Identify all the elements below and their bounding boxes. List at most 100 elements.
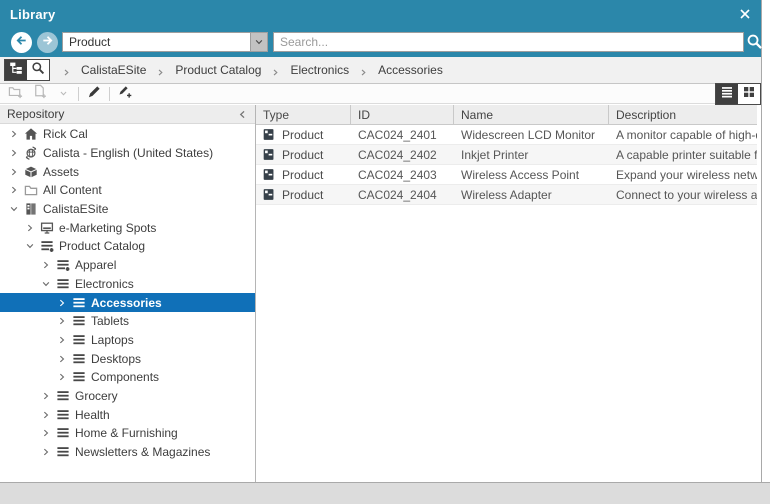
product-icon xyxy=(263,128,276,142)
cell-type: Product xyxy=(256,128,351,142)
tree-item-accessories[interactable]: Accessories xyxy=(0,293,255,312)
list-view-button[interactable] xyxy=(716,84,738,104)
search-view-toggle[interactable] xyxy=(27,60,49,80)
tree-item-assets[interactable]: Assets xyxy=(0,162,255,181)
footer-strip xyxy=(0,482,770,504)
results-panel: Type ID Name Description ProductCAC024_2… xyxy=(256,105,761,482)
search-icon[interactable] xyxy=(746,33,763,50)
list-view-icon xyxy=(720,85,734,104)
chevron-right-icon[interactable] xyxy=(40,409,52,421)
chevron-right-icon[interactable] xyxy=(24,222,36,234)
category-icon xyxy=(71,370,86,385)
tree-item-components[interactable]: Components xyxy=(0,368,255,387)
cell-description: Expand your wireless network ... xyxy=(609,168,757,182)
tree-item-grocery[interactable]: Grocery xyxy=(0,387,255,406)
chevron-right-icon[interactable] xyxy=(8,184,20,196)
category-icon xyxy=(71,295,86,310)
new-folder-button[interactable] xyxy=(6,85,24,103)
chevron-right-icon[interactable] xyxy=(8,166,20,178)
chevron-right-icon[interactable] xyxy=(8,128,20,140)
category-icon xyxy=(71,314,86,329)
column-header-id[interactable]: ID xyxy=(351,105,454,124)
forward-button[interactable] xyxy=(37,32,58,53)
tree-item-electronics[interactable]: Electronics xyxy=(0,275,255,294)
category-icon xyxy=(71,351,86,366)
breadcrumb-item[interactable]: Accessories xyxy=(378,63,443,77)
chevron-right-icon[interactable] xyxy=(56,297,68,309)
tree-item-laptops[interactable]: Laptops xyxy=(0,331,255,350)
collapse-panel-icon[interactable] xyxy=(237,109,248,120)
tree-item-newsletters-magazines[interactable]: Newsletters & Magazines xyxy=(0,443,255,462)
catalog-icon xyxy=(39,239,54,254)
chevron-right-icon[interactable] xyxy=(56,334,68,346)
chevron-right-icon[interactable] xyxy=(40,427,52,439)
new-content-menu-button[interactable] xyxy=(54,85,72,103)
chevron-right-icon[interactable] xyxy=(40,390,52,402)
chevron-right-icon[interactable] xyxy=(56,371,68,383)
library-dialog: Library Product CalistaESite Product Cat… xyxy=(0,0,762,482)
edit-new-button[interactable] xyxy=(116,85,134,103)
tree-item-label: Apparel xyxy=(75,258,116,272)
search-input[interactable] xyxy=(274,33,743,51)
breadcrumb-item[interactable]: Product Catalog xyxy=(175,63,261,77)
repository-tree: Rick CalCalista - English (United States… xyxy=(0,125,255,482)
tree-item-apparel[interactable]: Apparel xyxy=(0,256,255,275)
tree-item-label: Desktops xyxy=(91,352,141,366)
product-icon xyxy=(263,188,276,202)
chevron-down-icon[interactable] xyxy=(250,32,268,52)
cell-id: CAC024_2401 xyxy=(351,128,454,142)
tree-item-desktops[interactable]: Desktops xyxy=(0,349,255,368)
repository-panel: Repository Rick CalCalista - English (Un… xyxy=(0,105,256,482)
table-row[interactable]: ProductCAC024_2404Wireless AdapterConnec… xyxy=(256,185,757,205)
table-row[interactable]: ProductCAC024_2402Inkjet PrinterA capabl… xyxy=(256,145,757,165)
column-header-type[interactable]: Type xyxy=(256,105,351,124)
chevron-down-icon[interactable] xyxy=(40,278,52,290)
tree-item-e-marketing-spots[interactable]: e-Marketing Spots xyxy=(0,218,255,237)
tree-item-rick-cal[interactable]: Rick Cal xyxy=(0,125,255,144)
breadcrumb-item[interactable]: Electronics xyxy=(290,63,349,77)
action-toolbar xyxy=(0,84,761,104)
cell-id: CAC024_2404 xyxy=(351,188,454,202)
tree-item-calistaesite[interactable]: CalistaESite xyxy=(0,200,255,219)
tree-item-label: Electronics xyxy=(75,277,134,291)
chevron-down-icon[interactable] xyxy=(24,240,36,252)
library-icon xyxy=(23,202,38,217)
new-content-button[interactable] xyxy=(30,85,48,103)
chevron-down-icon[interactable] xyxy=(8,203,20,215)
close-icon[interactable] xyxy=(738,7,752,21)
home-icon xyxy=(23,127,38,142)
back-arrow-icon xyxy=(15,34,28,52)
grid-view-button[interactable] xyxy=(738,84,760,104)
cell-id: CAC024_2402 xyxy=(351,148,454,162)
category-icon xyxy=(55,388,70,403)
chevron-right-icon[interactable] xyxy=(8,147,20,159)
tree-item-label: Tablets xyxy=(91,314,129,328)
category-icon xyxy=(71,332,86,347)
type-label: Product xyxy=(282,148,323,162)
back-button[interactable] xyxy=(11,32,32,53)
tree-item-product-catalog[interactable]: Product Catalog xyxy=(0,237,255,256)
chevron-right-icon[interactable] xyxy=(40,259,52,271)
tree-item-label: CalistaESite xyxy=(43,202,108,216)
edit-button[interactable] xyxy=(85,85,103,103)
tree-item-health[interactable]: Health xyxy=(0,405,255,424)
tree-view-toggle[interactable] xyxy=(5,60,27,80)
type-label: Product xyxy=(282,168,323,182)
tree-item-all-content[interactable]: All Content xyxy=(0,181,255,200)
tree-item-label: Product Catalog xyxy=(59,239,145,253)
column-header-name[interactable]: Name xyxy=(454,105,609,124)
column-header-description[interactable]: Description xyxy=(609,105,757,124)
tree-item-calista-english-united-states[interactable]: Calista - English (United States) xyxy=(0,144,255,163)
chevron-right-icon[interactable] xyxy=(40,446,52,458)
tree-item-home-furnishing[interactable]: Home & Furnishing xyxy=(0,424,255,443)
chevron-right-icon[interactable] xyxy=(56,353,68,365)
chevron-right-icon[interactable] xyxy=(56,315,68,327)
breadcrumb-item[interactable]: CalistaESite xyxy=(81,63,146,77)
table-row[interactable]: ProductCAC024_2403Wireless Access PointE… xyxy=(256,165,757,185)
content-type-select[interactable]: Product xyxy=(62,32,268,52)
tree-item-tablets[interactable]: Tablets xyxy=(0,312,255,331)
view-toggle xyxy=(715,83,761,105)
table-row[interactable]: ProductCAC024_2401Widescreen LCD Monitor… xyxy=(256,125,757,145)
search-field-wrap xyxy=(273,32,744,52)
cell-type: Product xyxy=(256,188,351,202)
